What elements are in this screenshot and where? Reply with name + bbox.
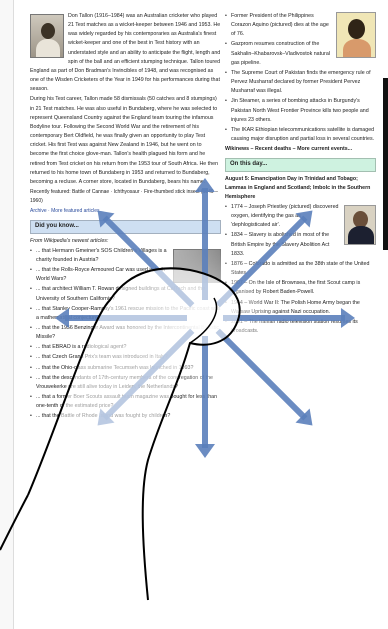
spread-arrow-head [55, 308, 69, 328]
spread-gesture-overlay [0, 178, 355, 601]
spread-arrow-head [341, 308, 355, 328]
zoomed-wikipedia-main-page: Don Tallon (1916–1984) was an Australian… [0, 0, 388, 629]
spread-arrow-head [195, 178, 215, 192]
spread-arrow-head [195, 444, 215, 458]
